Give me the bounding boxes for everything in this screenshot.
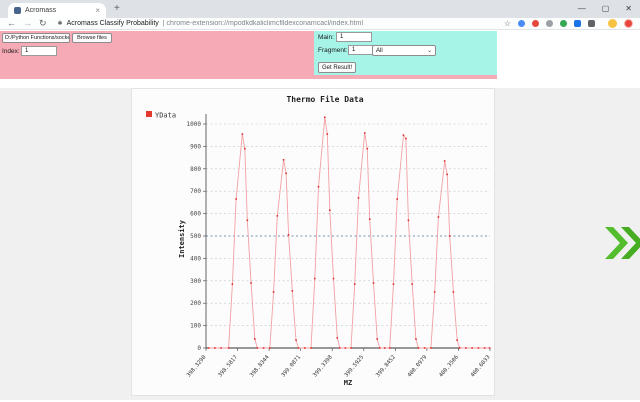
extension-icon[interactable] — [560, 20, 567, 27]
browser-titlebar: Acromass × + — ▢ ✕ — [0, 0, 640, 18]
chevron-down-icon: ⌄ — [427, 47, 432, 54]
fragment-filter-select[interactable]: All ⌄ — [372, 45, 436, 56]
tab-close-icon[interactable]: × — [95, 6, 100, 15]
svg-text:400: 400 — [190, 255, 201, 262]
svg-text:YData: YData — [155, 112, 176, 120]
svg-text:800: 800 — [190, 166, 201, 173]
page-url: | chrome-extension://mpodkdkaliclimcflld… — [163, 20, 363, 27]
index-input[interactable]: 1 — [21, 46, 57, 56]
new-tab-button[interactable]: + — [114, 3, 120, 14]
svg-text:Thermo File Data: Thermo File Data — [286, 94, 363, 104]
tab-title: Acromass — [25, 7, 91, 14]
green-double-chevron-icon[interactable] — [604, 226, 640, 260]
window-controls: — ▢ ✕ — [578, 0, 632, 16]
svg-text:399.5925: 399.5925 — [344, 354, 366, 378]
site-favicon-icon — [14, 7, 21, 14]
address-bar[interactable]: ✱ Acromass Classify Probability | chrome… — [58, 20, 500, 27]
svg-text:600: 600 — [190, 211, 201, 218]
svg-text:500: 500 — [190, 233, 201, 240]
svg-text:400.3506: 400.3506 — [438, 354, 460, 378]
svg-text:398.3290: 398.3290 — [186, 354, 208, 378]
browser-toolbar: ← → ↻ ✱ Acromass Classify Probability | … — [0, 18, 640, 30]
bookmark-star-icon[interactable]: ☆ — [504, 19, 511, 28]
window-maximize-button[interactable]: ▢ — [602, 4, 610, 13]
svg-text:200: 200 — [190, 300, 201, 307]
page-label: Acromass Classify Probability — [67, 20, 159, 27]
index-label: Index: — [2, 48, 20, 55]
extensions-puzzle-icon[interactable] — [588, 20, 595, 27]
reload-icon[interactable]: ↻ — [39, 19, 47, 28]
svg-text:399.3398: 399.3398 — [312, 354, 334, 378]
extension-icon[interactable] — [546, 20, 553, 27]
svg-text:398.8344: 398.8344 — [249, 354, 271, 379]
main-input[interactable]: 1 — [336, 32, 372, 42]
svg-text:900: 900 — [190, 143, 201, 150]
svg-text:1000: 1000 — [187, 121, 202, 128]
back-icon[interactable]: ← — [7, 19, 16, 28]
svg-text:0: 0 — [197, 345, 201, 352]
svg-text:398.5817: 398.5817 — [217, 354, 239, 378]
omnibox-site-icon: ✱ — [58, 20, 63, 27]
profile-avatar[interactable] — [608, 19, 617, 28]
extension-icon[interactable] — [518, 20, 525, 27]
svg-text:300: 300 — [190, 278, 201, 285]
fragment-label: Fragment: — [318, 47, 348, 54]
svg-text:100: 100 — [190, 323, 201, 330]
toolbar-right-icons: ☆ — [504, 19, 633, 28]
svg-text:399.0871: 399.0871 — [281, 354, 303, 378]
svg-text:Intensity: Intensity — [178, 219, 186, 258]
window-minimize-button[interactable]: — — [578, 4, 586, 13]
forward-icon[interactable]: → — [23, 19, 32, 28]
extension-icon[interactable] — [532, 20, 539, 27]
thermo-chart-canvas: Thermo File Data YData 0 100 200 300 400 500 600… — [131, 88, 495, 396]
fragment-input[interactable]: 1 — [348, 45, 374, 55]
page-main-area: Thermo File Data YData 0 100 200 300 400 500 600… — [0, 88, 640, 400]
browser-tab[interactable]: Acromass × — [8, 3, 106, 18]
thermo-chart: Thermo File Data YData 0 100 200 300 400 500 600… — [132, 89, 496, 397]
fragment-filter-value: All — [376, 48, 383, 54]
page-background-strip — [0, 79, 640, 88]
svg-text:399.8452: 399.8452 — [375, 354, 397, 378]
svg-text:400.6033: 400.6033 — [470, 354, 492, 378]
extension-icon[interactable] — [574, 20, 581, 27]
file-path-field[interactable]: D:/Python Functions/socket — [2, 33, 70, 43]
query-panel: Main: 1 Fragment: 1 All ⌄ Get Result! — [314, 31, 497, 75]
get-result-button[interactable]: Get Result! — [318, 62, 356, 73]
main-label: Main: — [318, 34, 334, 41]
svg-text:MZ: MZ — [344, 379, 352, 387]
browser-menu-icon[interactable] — [624, 19, 633, 28]
svg-text:400.0979: 400.0979 — [407, 354, 429, 378]
window-close-button[interactable]: ✕ — [625, 4, 632, 13]
svg-text:700: 700 — [190, 188, 201, 195]
browse-files-button[interactable]: Browse files — [72, 33, 112, 43]
